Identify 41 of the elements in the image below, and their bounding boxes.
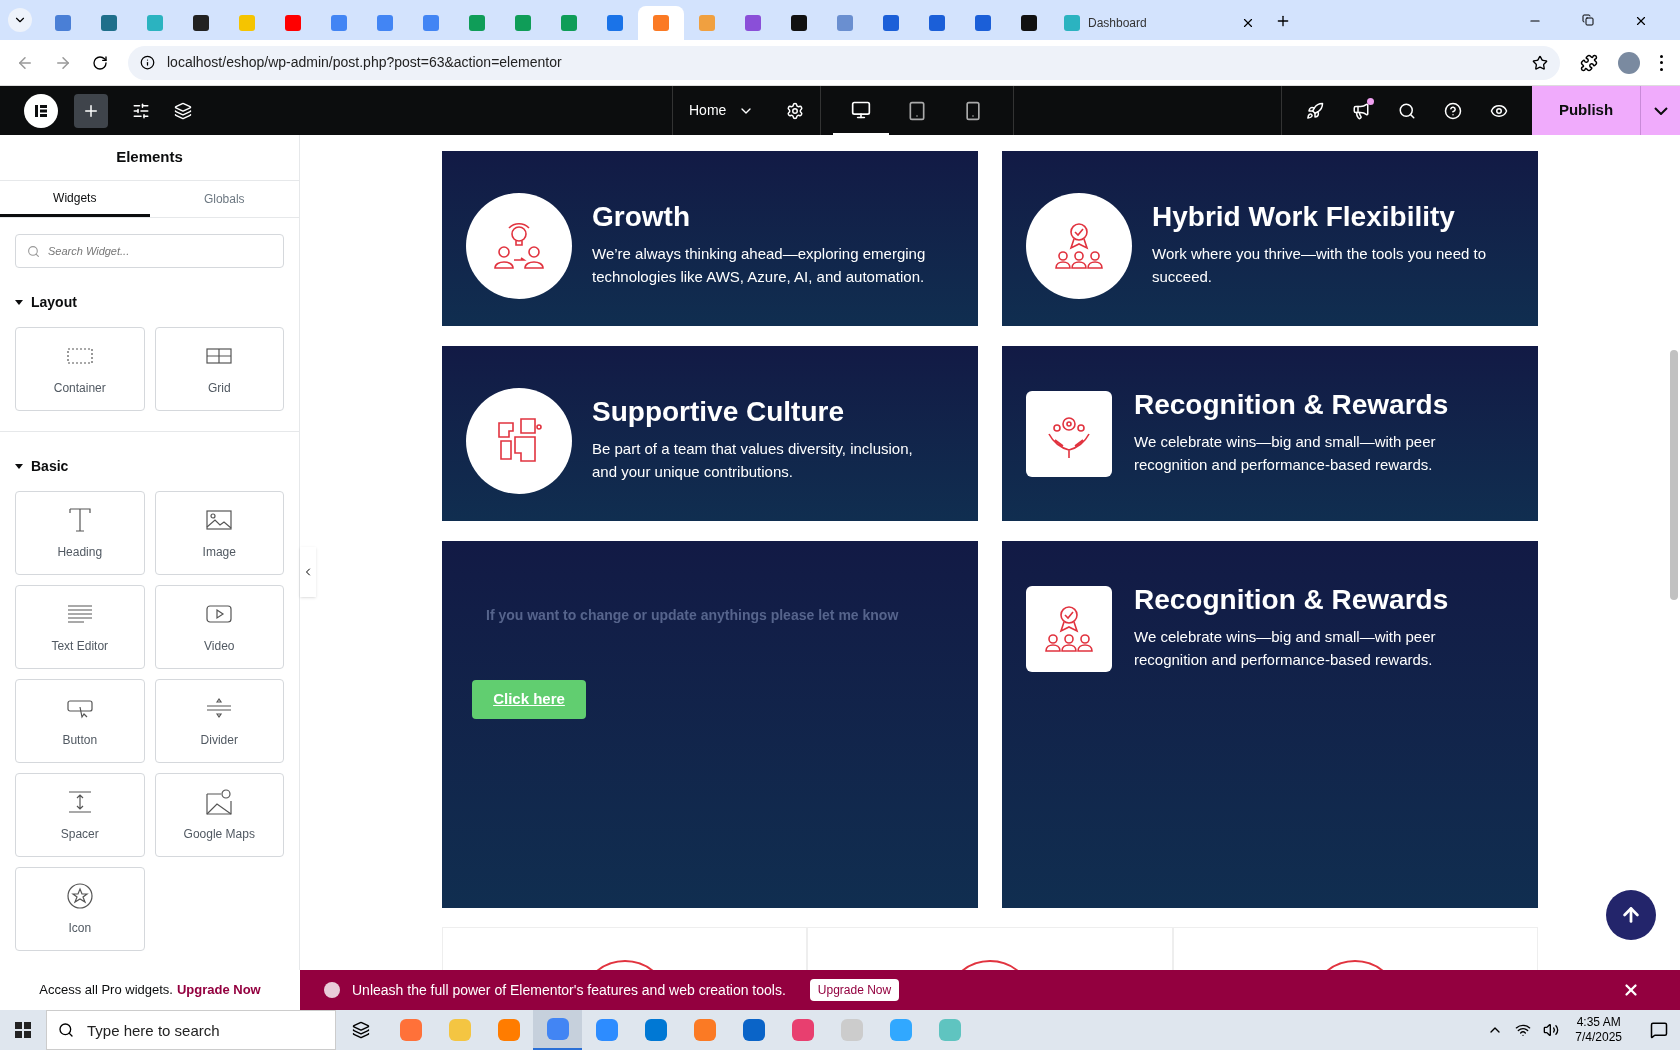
card-title: Hybrid Work Flexibility: [1152, 200, 1456, 234]
section-header[interactable]: Basic: [15, 432, 69, 491]
widget-tile[interactable]: Divider: [154, 679, 284, 763]
section-header[interactable]: Layout: [15, 268, 77, 327]
card-text: We celebrate wins—big and small—with peer recognition and performance-based rewards.: [1134, 432, 1437, 475]
promo-text: Access all Pro widgets.: [39, 981, 173, 1000]
card-text: We celebrate wins—big and small—with peer recognition and performance-based rewards.: [1134, 627, 1437, 670]
widget-tile[interactable]: Image: [154, 491, 284, 575]
card-text: Be part of a team that values diversity, inclusion, and your unique contributions.: [592, 439, 914, 482]
widget-tile[interactable]: Spacer: [15, 773, 145, 857]
widget-tile[interactable]: Button: [15, 679, 145, 763]
card-title: Supportive Culture: [592, 395, 845, 429]
widget-tile[interactable]: Grid: [154, 327, 284, 411]
search-field[interactable]: Search Widget...: [15, 234, 284, 268]
banner-text: Unleash the full power of Elementor's features and web creation tools.: [352, 980, 786, 1000]
card-title: Growth: [592, 200, 691, 234]
widget-tile[interactable]: Video: [154, 585, 284, 669]
clock-date: 7/4/2025: [1575, 1030, 1622, 1045]
card-text: Work where you thrive—with the tools you need to succeed.: [1152, 244, 1488, 287]
clock-time: 4:35 AM: [1576, 1015, 1621, 1030]
widget-tile[interactable]: Google Maps: [154, 773, 284, 857]
cta-note: If you want to change or update anythings please let me know: [485, 606, 900, 625]
panel-tab[interactable]: Globals: [149, 181, 299, 217]
address-bar[interactable]: localhost/eshop/wp-admin/post.php?post=63&action=elementor: [128, 45, 1560, 80]
widget-tile[interactable]: Heading: [15, 491, 145, 575]
upgrade-now-button[interactable]: Upgrade Now: [809, 979, 900, 1001]
browser-tab[interactable]: Dashboard: [1052, 6, 1267, 40]
publish-button[interactable]: Publish: [1532, 86, 1640, 135]
widget-tile[interactable]: Container: [15, 327, 145, 411]
card-text: We’re always thinking ahead—exploring emerging technologies like AWS, Azure, AI, and automation.: [592, 244, 927, 287]
panel-title: Elements: [115, 147, 184, 168]
card-title: Recognition & Rewards: [1134, 388, 1450, 422]
tab-title: Dashboard: [1088, 15, 1148, 32]
url-text: localhost/eshop/wp-admin/post.php?post=63&action=elementor: [167, 53, 563, 72]
taskbar-search-field[interactable]: Type here to search: [46, 1010, 336, 1050]
panel-tab[interactable]: Widgets: [0, 181, 150, 217]
page-dropdown[interactable]: Home: [689, 100, 755, 121]
upgrade-link[interactable]: Upgrade Now: [176, 980, 261, 1000]
card-title: Recognition & Rewards: [1134, 583, 1450, 617]
widget-tile[interactable]: Text Editor: [15, 585, 145, 669]
widget-tile[interactable]: Icon: [15, 867, 145, 951]
